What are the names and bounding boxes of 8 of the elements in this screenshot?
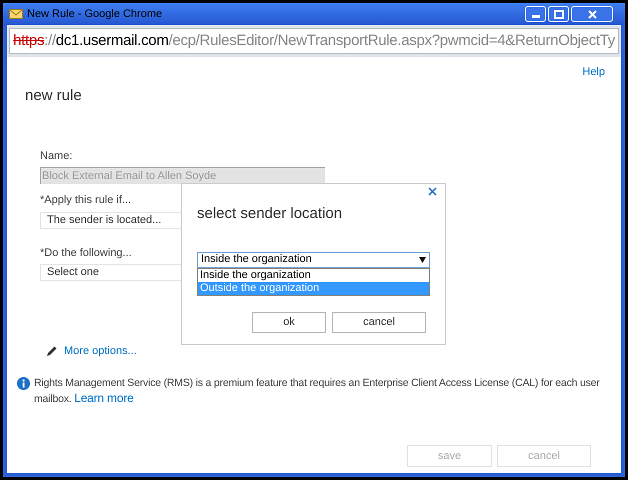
page-title: new rule [25,86,82,104]
url-text: https://dc1.usermail.com/ecp/RulesEditor/NewTransportRule.aspx?pwmcid=4&ReturnObjectTy [13,30,615,51]
dialog-title: select sender location [197,204,344,224]
field-label: *Do the following... [40,246,132,260]
window-title: New Rule - Google Chrome [27,6,164,22]
field-label: Name: [40,148,72,164]
rms-notice: Rights Management Service (RMS) is a premium feature that requires an Enterprise Client Access License (CAL) for each user mailbox. Learn more [34,376,601,406]
field-label: *Apply this rule if... [40,193,132,208]
